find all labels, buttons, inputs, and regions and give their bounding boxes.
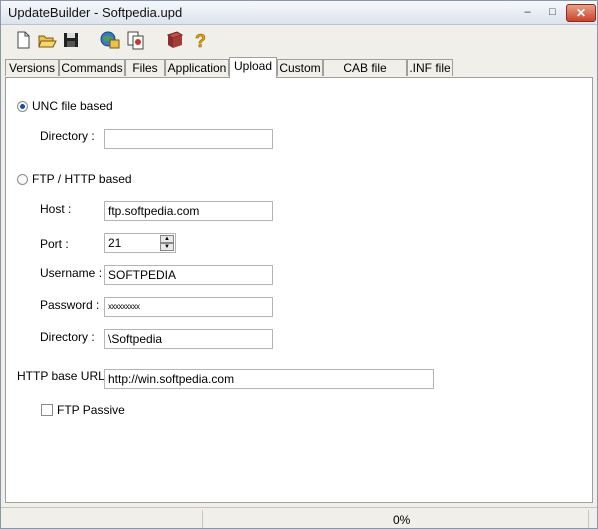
stepper-down-icon[interactable]: ▼	[160, 243, 174, 251]
password-input[interactable]: xxxxxxxxx	[104, 297, 273, 317]
tab-commands[interactable]: Commands	[59, 59, 125, 76]
unc-label: UNC file based	[32, 99, 113, 113]
close-button[interactable]: ✕	[566, 4, 596, 22]
unc-radio[interactable]	[17, 101, 28, 112]
ftp-http-label: FTP / HTTP based	[32, 172, 132, 186]
host-input[interactable]: ftp.softpedia.com	[104, 201, 273, 221]
unc-directory-input[interactable]	[104, 129, 273, 149]
ftp-http-radio[interactable]	[17, 174, 28, 185]
open-folder-icon[interactable]	[37, 30, 57, 50]
password-label: Password :	[40, 298, 100, 312]
tab-files[interactable]: Files	[125, 59, 165, 76]
username-input[interactable]: SOFTPEDIA	[104, 265, 273, 285]
window-title: UpdateBuilder - Softpedia.upd	[8, 5, 183, 20]
svg-text:?: ?	[195, 31, 206, 50]
stepper-up-icon[interactable]: ▲	[160, 235, 174, 243]
tab-application[interactable]: Application	[165, 59, 229, 76]
http-base-url-label: HTTP base URL :	[17, 369, 112, 383]
reports-icon[interactable]	[125, 30, 145, 50]
unc-directory-label: Directory :	[40, 129, 95, 143]
ftp-directory-label: Directory :	[40, 330, 95, 344]
book-icon[interactable]	[165, 30, 185, 50]
port-stepper[interactable]: ▲ ▼	[160, 235, 174, 251]
host-label: Host :	[40, 202, 72, 216]
help-icon[interactable]: ?	[191, 30, 211, 52]
http-base-url-input[interactable]: http://win.softpedia.com	[104, 369, 434, 389]
toolbar: ?	[1, 25, 597, 55]
tab-custom[interactable]: Custom	[277, 59, 323, 76]
maximize-button[interactable]: □	[540, 4, 565, 20]
globe-build-icon[interactable]	[99, 30, 120, 50]
progress-text: 0%	[393, 513, 411, 527]
tab-cab-file-creator[interactable]: CAB file creator	[323, 59, 407, 92]
status-bar: 0%	[1, 507, 597, 529]
ftp-passive-checkbox[interactable]	[41, 404, 53, 416]
save-icon[interactable]	[61, 30, 81, 50]
application-window: UpdateBuilder - Softpedia.upd – □ ✕ ? Ve…	[0, 0, 598, 529]
ftp-passive-label: FTP Passive	[57, 403, 125, 417]
upload-panel: UNC file based Directory : FTP / HTTP ba…	[5, 77, 593, 503]
ftp-directory-input[interactable]: \Softpedia	[104, 329, 273, 349]
tab-upload[interactable]: Upload	[229, 57, 277, 78]
username-label: Username :	[40, 266, 103, 280]
tab-inf-file[interactable]: .INF file	[407, 59, 453, 76]
minimize-button[interactable]: –	[515, 4, 540, 20]
port-label: Port :	[40, 237, 69, 251]
new-file-icon[interactable]	[13, 30, 33, 50]
tab-versions[interactable]: Versions	[5, 59, 59, 76]
title-bar[interactable]: UpdateBuilder - Softpedia.upd – □ ✕	[1, 1, 597, 25]
status-cell-1	[1, 510, 203, 528]
radio-selected-dot	[20, 104, 25, 109]
